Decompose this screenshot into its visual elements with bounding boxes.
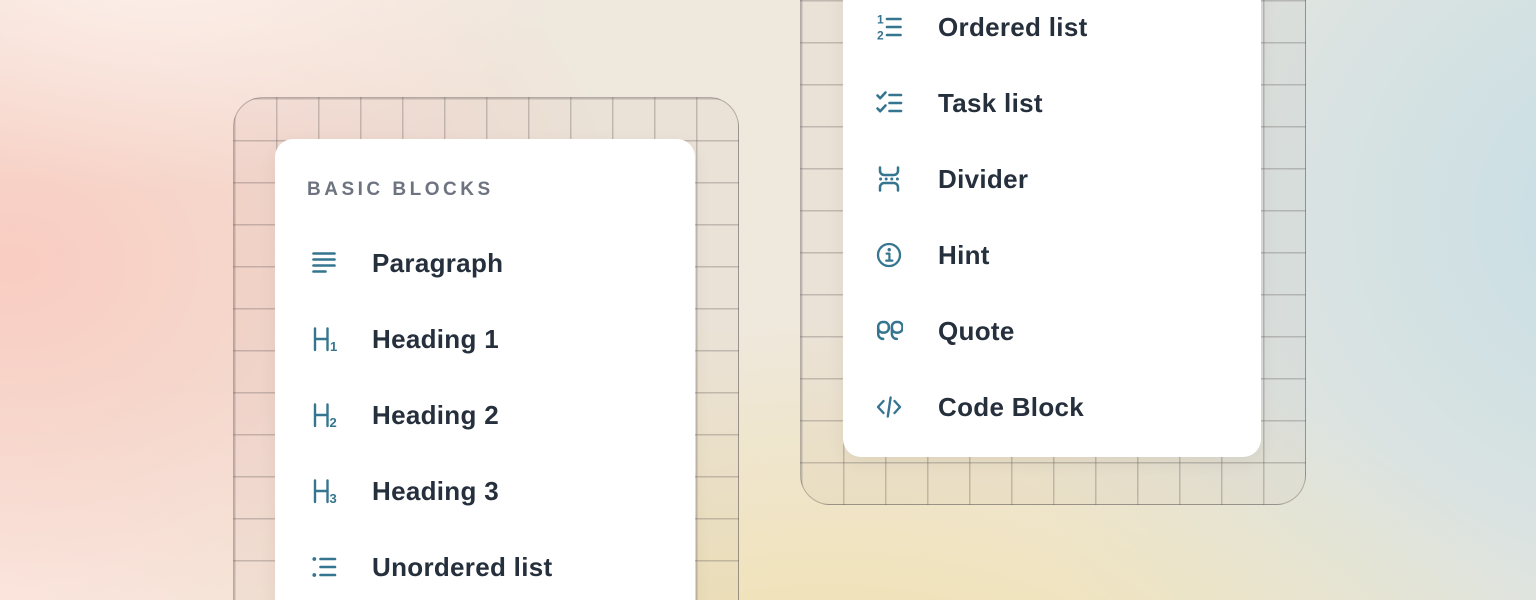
menu-item-label: Hint <box>938 240 990 271</box>
menu-item-label: Quote <box>938 316 1015 347</box>
menu-item-label: Heading 3 <box>372 476 499 507</box>
quote-icon <box>875 317 903 345</box>
menu-item-task-list[interactable]: Task list <box>843 65 1261 141</box>
menu-item-label: Code Block <box>938 392 1084 423</box>
paragraph-icon <box>310 249 338 277</box>
heading-2-icon: 2 <box>310 401 338 429</box>
ordered-list-icon: 1 2 <box>875 13 903 41</box>
canvas: BASIC BLOCKS Paragraph 1 Heading 1 <box>0 0 1536 600</box>
svg-text:2: 2 <box>877 28 884 41</box>
menu-item-label: Ordered list <box>938 12 1088 43</box>
heading-3-icon: 3 <box>310 477 338 505</box>
menu-item-heading-2[interactable]: 2 Heading 2 <box>275 377 695 453</box>
menu-item-label: Heading 1 <box>372 324 499 355</box>
menu-item-heading-1[interactable]: 1 Heading 1 <box>275 301 695 377</box>
svg-text:1: 1 <box>877 13 884 27</box>
menu-item-ordered-list[interactable]: 1 2 Ordered list <box>843 0 1261 65</box>
code-block-icon <box>875 393 903 421</box>
svg-text:3: 3 <box>330 491 337 505</box>
menu-item-label: Unordered list <box>372 552 552 583</box>
divider-icon <box>875 165 903 193</box>
menu-item-label: Task list <box>938 88 1043 119</box>
section-label: BASIC BLOCKS <box>307 179 494 201</box>
heading-1-icon: 1 <box>310 325 338 353</box>
hint-icon <box>875 241 903 269</box>
svg-text:2: 2 <box>330 415 337 429</box>
blocks-menu-continued: 1 2 Ordered list <box>843 0 1261 457</box>
menu-item-paragraph[interactable]: Paragraph <box>275 225 695 301</box>
basic-blocks-menu: BASIC BLOCKS Paragraph 1 Heading 1 <box>275 139 695 600</box>
svg-text:1: 1 <box>330 339 337 353</box>
task-list-icon <box>875 89 903 117</box>
menu-item-label: Heading 2 <box>372 400 499 431</box>
menu-item-heading-3[interactable]: 3 Heading 3 <box>275 453 695 529</box>
menu-item-divider[interactable]: Divider <box>843 141 1261 217</box>
menu-item-hint[interactable]: Hint <box>843 217 1261 293</box>
menu-item-label: Paragraph <box>372 248 503 279</box>
menu-item-code-block[interactable]: Code Block <box>843 369 1261 445</box>
menu-item-quote[interactable]: Quote <box>843 293 1261 369</box>
menu-item-label: Divider <box>938 164 1028 195</box>
menu-item-unordered-list[interactable]: Unordered list <box>275 529 695 600</box>
unordered-list-icon <box>310 553 338 581</box>
